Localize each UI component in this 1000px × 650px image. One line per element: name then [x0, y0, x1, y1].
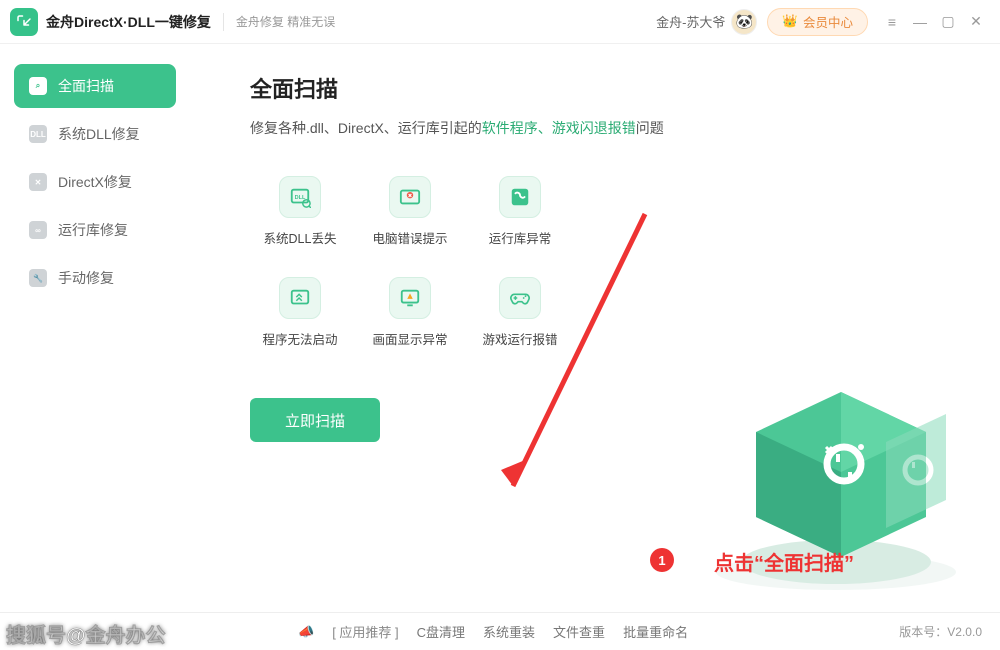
- feature-runtime-err: 运行库异常: [470, 176, 570, 247]
- app-tagline: 金舟修复 精准无误: [236, 13, 335, 30]
- manual-icon: 🔧: [28, 268, 48, 288]
- feature-label: 运行库异常: [489, 228, 552, 247]
- feature-display-err: 画面显示异常: [360, 277, 460, 348]
- member-center-button[interactable]: 👑 会员中心: [767, 8, 868, 36]
- sidebar-item-directx-repair[interactable]: ✕ DirectX修复: [14, 160, 176, 204]
- runtime-icon: ∞: [28, 220, 48, 240]
- app-logo-icon: [10, 8, 38, 36]
- sidebar-item-label: DirectX修复: [58, 172, 132, 192]
- footer-link-reinstall[interactable]: 系统重装: [483, 622, 535, 641]
- main-content: 全面扫描 修复各种.dll、DirectX、运行库引起的软件程序、游戏闪退报错问…: [190, 44, 1000, 612]
- feature-cant-start: 程序无法启动: [250, 277, 350, 348]
- scan-now-label: 立即扫描: [285, 410, 345, 431]
- dll-icon: DLL: [28, 124, 48, 144]
- annotation-step-number: 1: [650, 548, 674, 572]
- watermark: 搜狐号@金舟办公: [6, 619, 166, 648]
- feature-game-err: 游戏运行报错: [470, 277, 570, 348]
- page-title: 全面扫描: [250, 72, 972, 104]
- feature-label: 系统DLL丢失: [264, 228, 337, 247]
- sidebar-item-runtime-repair[interactable]: ∞ 运行库修复: [14, 208, 176, 252]
- feature-label: 程序无法启动: [262, 329, 337, 348]
- sidebar-item-dll-repair[interactable]: DLL 系统DLL修复: [14, 112, 176, 156]
- feature-grid: DLL 系统DLL丢失 电脑错误提示 运行库异常 程序无法启: [250, 176, 972, 348]
- maximize-button[interactable]: ▢: [934, 8, 962, 36]
- error-tip-icon: [389, 176, 431, 218]
- feature-dll-loss: DLL 系统DLL丢失: [250, 176, 350, 247]
- title-divider: [223, 13, 224, 31]
- minimize-button[interactable]: —: [906, 8, 934, 36]
- footer-link-rename[interactable]: 批量重命名: [623, 622, 688, 641]
- menu-icon[interactable]: ≡: [878, 8, 906, 36]
- subtitle-suffix: 问题: [636, 120, 664, 136]
- feature-label: 电脑错误提示: [372, 228, 447, 247]
- scan-now-button[interactable]: 立即扫描: [250, 398, 380, 442]
- feature-label: 游戏运行报错: [482, 329, 557, 348]
- cant-start-icon: [279, 277, 321, 319]
- user-name: 金舟-苏大爷: [656, 12, 725, 31]
- page-subtitle: 修复各种.dll、DirectX、运行库引起的软件程序、游戏闪退报错问题: [250, 118, 972, 138]
- megaphone-icon: 📣: [298, 624, 314, 640]
- sidebar-item-label: 运行库修复: [58, 220, 128, 240]
- feature-label: 画面显示异常: [372, 329, 447, 348]
- sidebar-item-label: 全面扫描: [58, 76, 114, 96]
- sidebar-item-full-scan[interactable]: ⌕ 全面扫描: [14, 64, 176, 108]
- subtitle-highlight-1: 软件程序、: [482, 120, 552, 136]
- game-err-icon: [499, 277, 541, 319]
- sidebar-item-label: 手动修复: [58, 268, 114, 288]
- sidebar: ⌕ 全面扫描 DLL 系统DLL修复 ✕ DirectX修复 ∞ 运行库修复 🔧: [0, 44, 190, 612]
- crown-icon: 👑: [782, 14, 798, 29]
- annotation-text: 点击“全面扫描”: [714, 547, 854, 576]
- footer-link-dedupe[interactable]: 文件查重: [553, 622, 605, 641]
- version-label: 版本号：V2.0.0: [899, 623, 982, 640]
- member-center-label: 会员中心: [803, 12, 853, 31]
- footer-link-c-clean[interactable]: C盘清理: [417, 622, 465, 641]
- sidebar-item-manual-repair[interactable]: 🔧 手动修复: [14, 256, 176, 300]
- display-err-icon: [389, 277, 431, 319]
- avatar[interactable]: 🐼: [731, 9, 757, 35]
- title-bar: 金舟DirectX·DLL一键修复 金舟修复 精准无误 金舟-苏大爷 🐼 👑 会…: [0, 0, 1000, 44]
- footer-promo-label[interactable]: [ 应用推荐 ]: [332, 622, 398, 641]
- dll-loss-icon: DLL: [279, 176, 321, 218]
- feature-error-tip: 电脑错误提示: [360, 176, 460, 247]
- scan-icon: ⌕: [28, 76, 48, 96]
- subtitle-highlight-2: 游戏闪退报错: [552, 120, 636, 136]
- sidebar-item-label: 系统DLL修复: [58, 124, 140, 144]
- subtitle-prefix: 修复各种.dll、DirectX、运行库引起的: [250, 120, 482, 136]
- close-button[interactable]: ✕: [962, 8, 990, 36]
- app-title: 金舟DirectX·DLL一键修复: [46, 12, 211, 32]
- runtime-err-icon: [499, 176, 541, 218]
- directx-icon: ✕: [28, 172, 48, 192]
